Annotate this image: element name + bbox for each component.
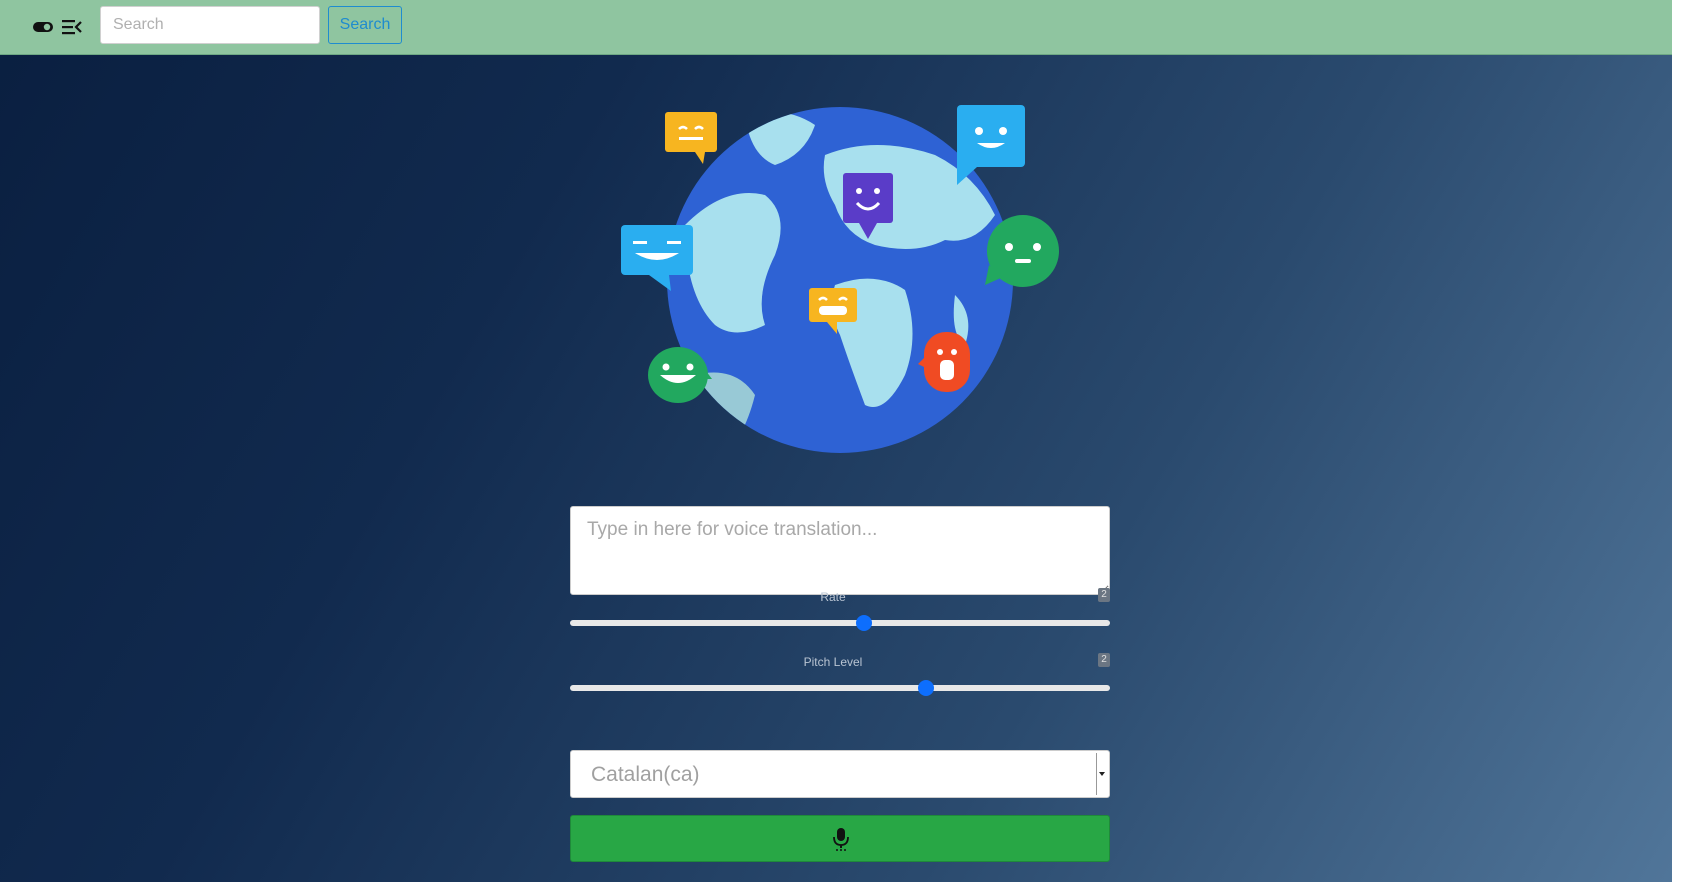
rate-slider-thumb[interactable] bbox=[856, 615, 873, 631]
pitch-value-badge: 2 bbox=[1098, 653, 1110, 667]
pitch-slider[interactable] bbox=[570, 680, 1110, 696]
scrollbar-strip bbox=[1672, 0, 1684, 882]
language-select-value: Catalan(ca) bbox=[591, 763, 700, 786]
translation-textarea[interactable] bbox=[570, 506, 1110, 595]
top-navbar: Search bbox=[0, 0, 1684, 55]
speak-button[interactable] bbox=[570, 815, 1110, 862]
rate-label: Rate bbox=[820, 590, 846, 604]
globe-chat-illustration bbox=[621, 105, 1059, 453]
chat-bubble-blue-topright bbox=[957, 105, 1025, 185]
search-button[interactable]: Search bbox=[328, 6, 402, 44]
microphone-icon bbox=[833, 828, 849, 851]
rate-slider[interactable] bbox=[570, 615, 1110, 631]
language-select[interactable]: Catalan(ca) bbox=[570, 750, 1110, 798]
rate-value-badge: 2 bbox=[1098, 588, 1110, 602]
menu-collapse-icon[interactable] bbox=[62, 18, 82, 36]
chat-bubble-yellow-top bbox=[665, 112, 717, 164]
pitch-label: Pitch Level bbox=[803, 655, 863, 669]
chevron-down-icon[interactable] bbox=[1096, 753, 1107, 795]
search-input[interactable] bbox=[100, 6, 320, 44]
pitch-slider-thumb[interactable] bbox=[918, 680, 935, 696]
toggle-icon[interactable] bbox=[32, 20, 54, 34]
